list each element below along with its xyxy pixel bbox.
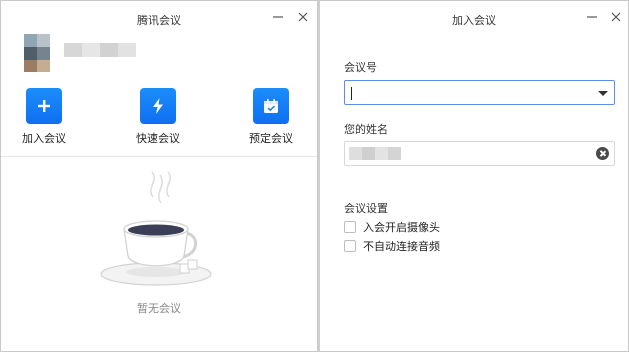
meeting-id-input[interactable] bbox=[344, 80, 615, 105]
text-cursor bbox=[351, 87, 352, 100]
camera-option-label: 入会开启摄像头 bbox=[363, 221, 440, 234]
minimize-button[interactable] bbox=[269, 8, 287, 26]
join-meeting-label: 加入会议 bbox=[22, 132, 66, 145]
camera-on-option[interactable]: 入会开启摄像头 bbox=[344, 220, 440, 234]
dialog-title: 加入会议 bbox=[452, 14, 496, 27]
coffee-cup-illustration bbox=[96, 161, 226, 300]
plus-icon bbox=[26, 88, 62, 124]
dropdown-arrow-icon[interactable] bbox=[598, 91, 608, 96]
quick-meeting-label: 快速会议 bbox=[136, 132, 180, 145]
clear-icon[interactable] bbox=[596, 147, 609, 160]
schedule-meeting-button[interactable]: 预定会议 bbox=[236, 88, 306, 146]
main-window: 腾讯会议 加入会议 快速会议 预定会议 暂无会议 bbox=[0, 0, 318, 352]
meeting-id-label: 会议号 bbox=[344, 61, 377, 74]
close-button[interactable] bbox=[607, 8, 625, 26]
close-button[interactable] bbox=[294, 8, 312, 26]
join-meeting-dialog: 加入会议 会议号 您的姓名 会议设置 入会开启摄像头 不自动连接音频 bbox=[318, 0, 629, 352]
name-value-blurred bbox=[349, 147, 401, 160]
avatar[interactable] bbox=[24, 34, 50, 72]
lightning-icon bbox=[140, 88, 176, 124]
no-meetings-text: 暂无会议 bbox=[137, 302, 181, 315]
no-auto-audio-option[interactable]: 不自动连接音频 bbox=[344, 239, 440, 253]
audio-checkbox[interactable] bbox=[344, 240, 356, 252]
meeting-settings-label: 会议设置 bbox=[344, 202, 388, 215]
quick-meeting-button[interactable]: 快速会议 bbox=[123, 88, 193, 146]
section-divider bbox=[1, 156, 317, 157]
name-label: 您的姓名 bbox=[344, 123, 388, 136]
name-input[interactable] bbox=[344, 141, 615, 166]
minimize-button[interactable] bbox=[583, 8, 601, 26]
user-name-blurred bbox=[64, 43, 136, 57]
audio-option-label: 不自动连接音频 bbox=[363, 240, 440, 253]
join-meeting-button[interactable]: 加入会议 bbox=[9, 88, 79, 146]
camera-checkbox[interactable] bbox=[344, 221, 356, 233]
calendar-icon bbox=[253, 88, 289, 124]
schedule-meeting-label: 预定会议 bbox=[249, 132, 293, 145]
